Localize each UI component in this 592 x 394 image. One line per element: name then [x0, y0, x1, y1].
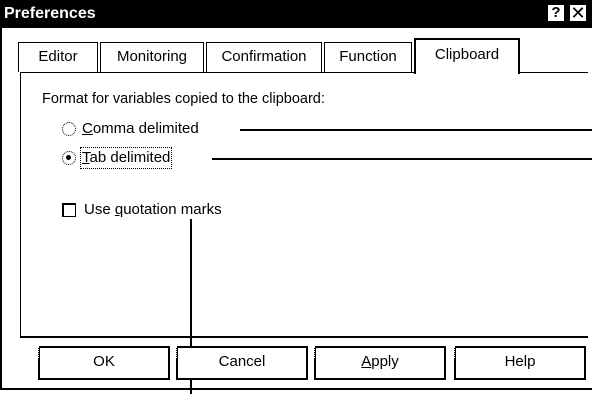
tab-editor[interactable]: Editor	[18, 42, 98, 72]
help-dialog-button[interactable]: Help	[454, 346, 586, 380]
callout-line-comma	[240, 129, 592, 131]
tab-mnemonic: T	[82, 149, 90, 166]
tab-function[interactable]: Function	[324, 42, 412, 72]
callout-line-tab	[212, 158, 592, 160]
comma-delimited-radio[interactable]	[62, 122, 76, 136]
tab-label-rest: ab delimited	[89, 149, 171, 166]
tab-clipboard[interactable]: Clipboard	[414, 38, 520, 74]
comma-delimited-label[interactable]: Comma delimited	[82, 120, 199, 138]
format-label: Format for variables copied to the clipb…	[42, 91, 325, 107]
tab-delimited-label[interactable]: Tab delimited	[79, 147, 173, 169]
window-title: Preferences	[4, 5, 96, 22]
apply-mnemonic: A	[361, 353, 372, 370]
comma-mnemonic: C	[82, 120, 93, 137]
tab-monitoring[interactable]: Monitoring	[100, 42, 204, 72]
quotation-marks-checkbox[interactable]	[62, 203, 76, 217]
tab-confirmation[interactable]: Confirmation	[206, 42, 322, 72]
quotation-marks-label[interactable]: Use quotation marks	[84, 201, 222, 219]
ok-button[interactable]: OK	[38, 346, 170, 380]
apply-button[interactable]: Apply	[314, 346, 446, 380]
close-button[interactable]: ✕	[568, 3, 588, 23]
quotation-prefix: Use	[84, 201, 115, 218]
cancel-button[interactable]: Cancel	[176, 346, 308, 380]
quotation-mnemonic: q	[114, 201, 124, 218]
apply-label-rest: pply	[371, 353, 399, 370]
comma-label-rest: omma delimited	[92, 120, 199, 137]
quotation-label-rest: uotation marks	[123, 201, 222, 218]
title-bar: Preferences ? ✕	[0, 0, 592, 28]
help-button[interactable]: ?	[546, 3, 566, 23]
tab-delimited-radio[interactable]	[62, 151, 76, 165]
